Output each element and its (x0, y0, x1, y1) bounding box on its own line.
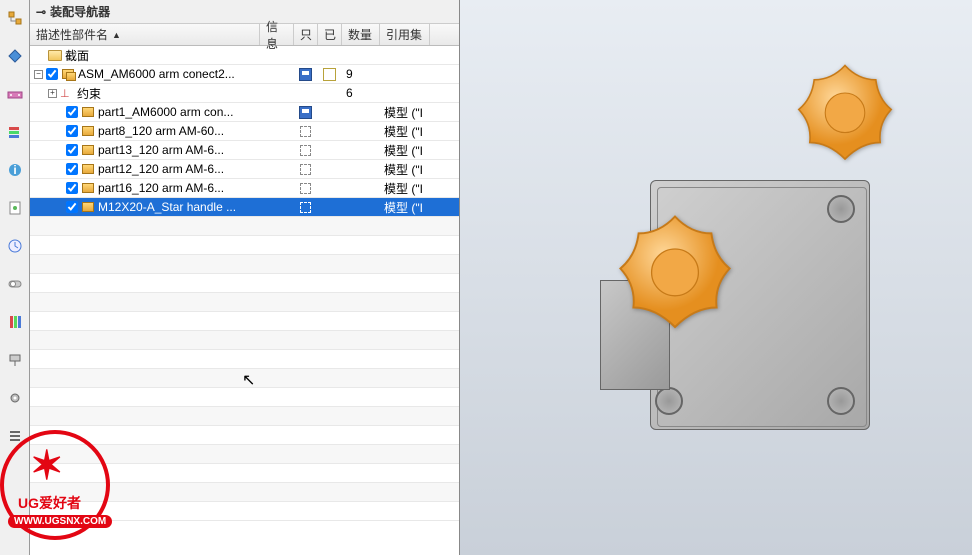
watermark-text1: UG爱好者 (18, 493, 81, 513)
row-checkbox[interactable] (66, 106, 78, 118)
layers-icon[interactable] (3, 120, 27, 144)
expand-icon[interactable]: + (48, 89, 57, 98)
component-icon[interactable] (3, 82, 27, 106)
constraints-qty: 6 (342, 84, 380, 102)
clock-icon[interactable] (3, 234, 27, 258)
part-icon (81, 143, 95, 157)
dashed-box-icon (300, 183, 311, 194)
cursor-icon: ↖ (242, 370, 255, 390)
col-header-info[interactable]: 信息 (260, 24, 294, 45)
star-handle-icon (610, 210, 740, 340)
part-ref: 模型 ("I (380, 198, 430, 216)
save-icon (299, 106, 312, 119)
panel-title-bar: ⊸ 装配导航器 (30, 0, 459, 24)
model-hole-icon (827, 387, 855, 415)
star-handle-icon (790, 60, 900, 170)
dashed-box-icon (300, 145, 311, 156)
part-ref: 模型 ("I (380, 122, 430, 140)
tree-row-part[interactable]: part16_120 arm AM-6... 模型 ("I (30, 179, 459, 198)
dashed-box-icon (300, 164, 311, 175)
row-checkbox[interactable] (66, 182, 78, 194)
part-label: part1_AM6000 arm con... (98, 105, 233, 119)
part-ref: 模型 ("I (380, 179, 430, 197)
col-header-only[interactable]: 只 (294, 24, 318, 45)
empty-row (30, 312, 459, 331)
part-ref: 模型 ("I (380, 141, 430, 159)
part-label: part12_120 arm AM-6... (98, 162, 224, 176)
col-header-ref[interactable]: 引用集 (380, 24, 430, 45)
gear-icon[interactable] (3, 386, 27, 410)
constraint-nav-icon[interactable] (3, 44, 27, 68)
col-header-qty[interactable]: 数量 (342, 24, 380, 45)
part-icon (81, 105, 95, 119)
empty-row (30, 407, 459, 426)
dashed-box-icon (300, 202, 311, 213)
model-hole-icon (655, 387, 683, 415)
watermark-figure-icon: ✶ (30, 443, 64, 489)
col-header-done[interactable]: 已 (318, 24, 342, 45)
watermark: ✶ UG爱好者 WWW.UGSNX.COM (0, 425, 150, 545)
part-icon (81, 124, 95, 138)
tree-row-part-selected[interactable]: M12X20-A_Star handle ... 模型 ("I (30, 198, 459, 217)
collapse-icon[interactable]: − (34, 70, 43, 79)
constraints-label: 约束 (77, 85, 101, 102)
svg-text:i: i (13, 163, 16, 177)
save-icon (299, 68, 312, 81)
part-icon (81, 181, 95, 195)
empty-row (30, 236, 459, 255)
root-label: ASM_AM6000 arm conect2... (78, 67, 235, 81)
row-checkbox[interactable] (66, 125, 78, 137)
empty-row (30, 331, 459, 350)
part-ref: 模型 ("I (380, 160, 430, 178)
empty-row (30, 274, 459, 293)
tree-row-part[interactable]: part8_120 arm AM-60... 模型 ("I (30, 122, 459, 141)
empty-row (30, 293, 459, 312)
info-blue-icon[interactable]: i (3, 158, 27, 182)
empty-row (30, 350, 459, 369)
tree-row-constraints[interactable]: + 约束 6 (30, 84, 459, 103)
dashed-box-icon (300, 126, 311, 137)
panel-title: 装配导航器 (50, 3, 110, 20)
row-checkbox[interactable] (66, 163, 78, 175)
col-header-name[interactable]: 描述性部件名▲ (30, 24, 260, 45)
empty-row (30, 255, 459, 274)
row-checkbox[interactable] (66, 144, 78, 156)
toggle-icon[interactable] (3, 272, 27, 296)
column-header-row: 描述性部件名▲ 信息 只 已 数量 引用集 (30, 24, 459, 46)
row-checkbox[interactable] (46, 68, 58, 80)
tree-row-section[interactable]: 截面 (30, 46, 459, 65)
assembly-icon (61, 67, 75, 81)
constraint-icon (60, 86, 74, 100)
tree-row-root[interactable]: − ASM_AM6000 arm conect2... 9 (30, 65, 459, 84)
part-icon (81, 200, 95, 214)
empty-row (30, 217, 459, 236)
tree-row-part[interactable]: part12_120 arm AM-6... 模型 ("I (30, 160, 459, 179)
part-label: part8_120 arm AM-60... (98, 124, 224, 138)
tree-row-part[interactable]: part13_120 arm AM-6... 模型 ("I (30, 141, 459, 160)
tree-row-part[interactable]: part1_AM6000 arm con... 模型 ("I (30, 103, 459, 122)
empty-row (30, 388, 459, 407)
assembly-tree-icon[interactable] (3, 6, 27, 30)
edit-icon (323, 68, 336, 81)
watermark-text2: WWW.UGSNX.COM (8, 515, 112, 528)
sheet-icon[interactable] (3, 196, 27, 220)
part-ref: 模型 ("I (380, 103, 430, 121)
model-hole-icon (827, 195, 855, 223)
section-label: 截面 (65, 47, 89, 64)
row-checkbox[interactable] (66, 201, 78, 213)
part-label: part13_120 arm AM-6... (98, 143, 224, 157)
spectrum-icon[interactable] (3, 310, 27, 334)
3d-viewport[interactable] (460, 0, 972, 555)
part-label: part16_120 arm AM-6... (98, 181, 224, 195)
sort-asc-icon: ▲ (112, 30, 121, 40)
roller-icon[interactable] (3, 348, 27, 372)
pin-icon[interactable]: ⊸ (36, 5, 46, 19)
folder-icon (48, 48, 62, 62)
root-qty: 9 (342, 65, 380, 83)
part-label: M12X20-A_Star handle ... (98, 200, 236, 214)
assembly-navigator-panel: ⊸ 装配导航器 描述性部件名▲ 信息 只 已 数量 引用集 截面 − ASM_A… (30, 0, 460, 555)
part-icon (81, 162, 95, 176)
